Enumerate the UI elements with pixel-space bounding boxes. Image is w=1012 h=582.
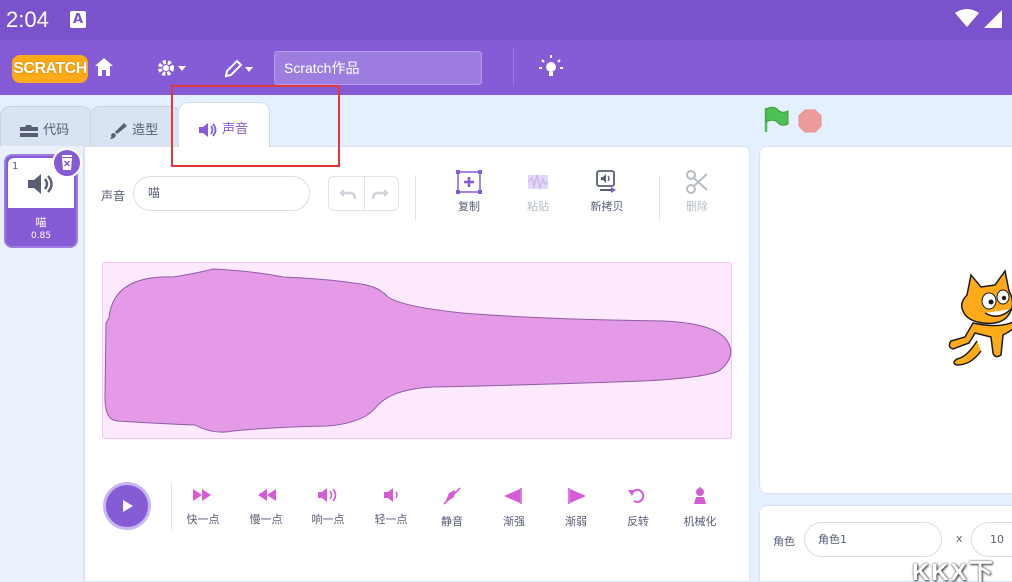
sound-editor: 声音 喵 复制 粘贴 新拷贝 删除 快一点 慢一点 响一点 轻一点 静音 渐强 …	[84, 146, 750, 582]
run-controls	[762, 106, 826, 138]
fade-out-icon	[568, 488, 586, 504]
waveform-display[interactable]	[102, 262, 732, 439]
effect-fade-out-button[interactable]: 渐弱	[548, 487, 604, 529]
tab-costumes[interactable]: 造型	[90, 106, 181, 146]
watermark-text: KKX下	[912, 559, 995, 582]
effect-slower-button[interactable]: 慢一点	[238, 487, 294, 527]
effect-reverse-button[interactable]: 反转	[610, 487, 666, 529]
effect-mute-button[interactable]: 静音	[424, 487, 480, 529]
sprite-name-label: 角色	[773, 535, 795, 548]
menu-bar: SCRATCH Scratch作品	[0, 40, 1012, 95]
sound-list: 1 喵 0.85	[0, 146, 84, 582]
effect-fade-in-button[interactable]: 渐强	[486, 487, 542, 529]
sound-item-name: 喵	[35, 216, 47, 229]
scissors-icon	[686, 170, 708, 194]
status-bar: 2:04 A	[0, 0, 1012, 40]
system-status-icons	[954, 8, 1004, 34]
sound-item-speaker-icon	[28, 174, 53, 194]
code-icon	[20, 124, 38, 137]
play-icon	[123, 500, 133, 512]
sound-name-input[interactable]: 喵	[133, 176, 310, 211]
menu-divider	[513, 48, 514, 86]
reverse-icon	[628, 488, 645, 503]
undo-icon[interactable]	[338, 186, 357, 205]
faster-icon	[193, 489, 211, 501]
fade-in-icon	[504, 488, 522, 504]
effect-louder-button[interactable]: 响一点	[300, 487, 356, 527]
paste-icon	[527, 174, 549, 191]
scratch-logo[interactable]: SCRATCH	[12, 55, 88, 83]
effect-faster-button[interactable]: 快一点	[175, 487, 231, 527]
delete-button[interactable]: 删除	[669, 169, 725, 214]
project-title-input[interactable]: Scratch作品	[274, 51, 482, 85]
settings-gear-icon[interactable]	[156, 57, 188, 83]
copy-button[interactable]: 复制	[441, 169, 497, 214]
undo-redo-group	[328, 176, 399, 211]
highlight-box	[171, 85, 340, 167]
robot-icon	[694, 487, 706, 504]
new-copy-button[interactable]: 新拷贝	[579, 169, 635, 214]
trash-icon	[62, 155, 72, 170]
brush-icon	[110, 122, 127, 139]
notification-a-icon: A	[70, 11, 86, 28]
scratch-cat-sprite[interactable]	[945, 267, 1012, 377]
signal-icon	[984, 10, 1002, 28]
mute-icon	[443, 487, 461, 505]
waveform-shape	[104, 268, 732, 433]
tab-code[interactable]: 代码	[0, 106, 92, 146]
louder-icon	[318, 488, 337, 502]
new-copy-icon	[596, 170, 616, 193]
home-icon[interactable]	[92, 55, 116, 83]
x-label: x	[956, 532, 963, 545]
tab-costumes-label: 造型	[132, 123, 159, 138]
effect-robot-button[interactable]: 机械化	[672, 487, 728, 529]
play-sound-button[interactable]	[103, 482, 151, 530]
slower-icon	[258, 489, 276, 501]
sound-item-duration: 0.85	[30, 231, 52, 241]
paste-button[interactable]: 粘贴	[510, 169, 566, 214]
stage[interactable]	[759, 146, 1012, 494]
stop-icon	[798, 109, 822, 133]
wifi-icon	[955, 9, 979, 27]
effect-softer-button[interactable]: 轻一点	[363, 487, 419, 527]
softer-icon	[384, 488, 398, 502]
tab-code-label: 代码	[43, 123, 70, 138]
status-time: 2:04	[6, 7, 49, 32]
sound-item-number: 1	[12, 161, 19, 172]
copy-icon	[456, 170, 482, 194]
green-flag-icon	[764, 106, 789, 132]
edit-pencil-icon[interactable]	[223, 58, 255, 84]
tutorials-lightbulb-icon[interactable]	[539, 54, 563, 84]
sound-name-label: 声音	[101, 189, 126, 203]
redo-icon[interactable]	[371, 186, 390, 205]
delete-sound-button[interactable]	[52, 148, 82, 178]
